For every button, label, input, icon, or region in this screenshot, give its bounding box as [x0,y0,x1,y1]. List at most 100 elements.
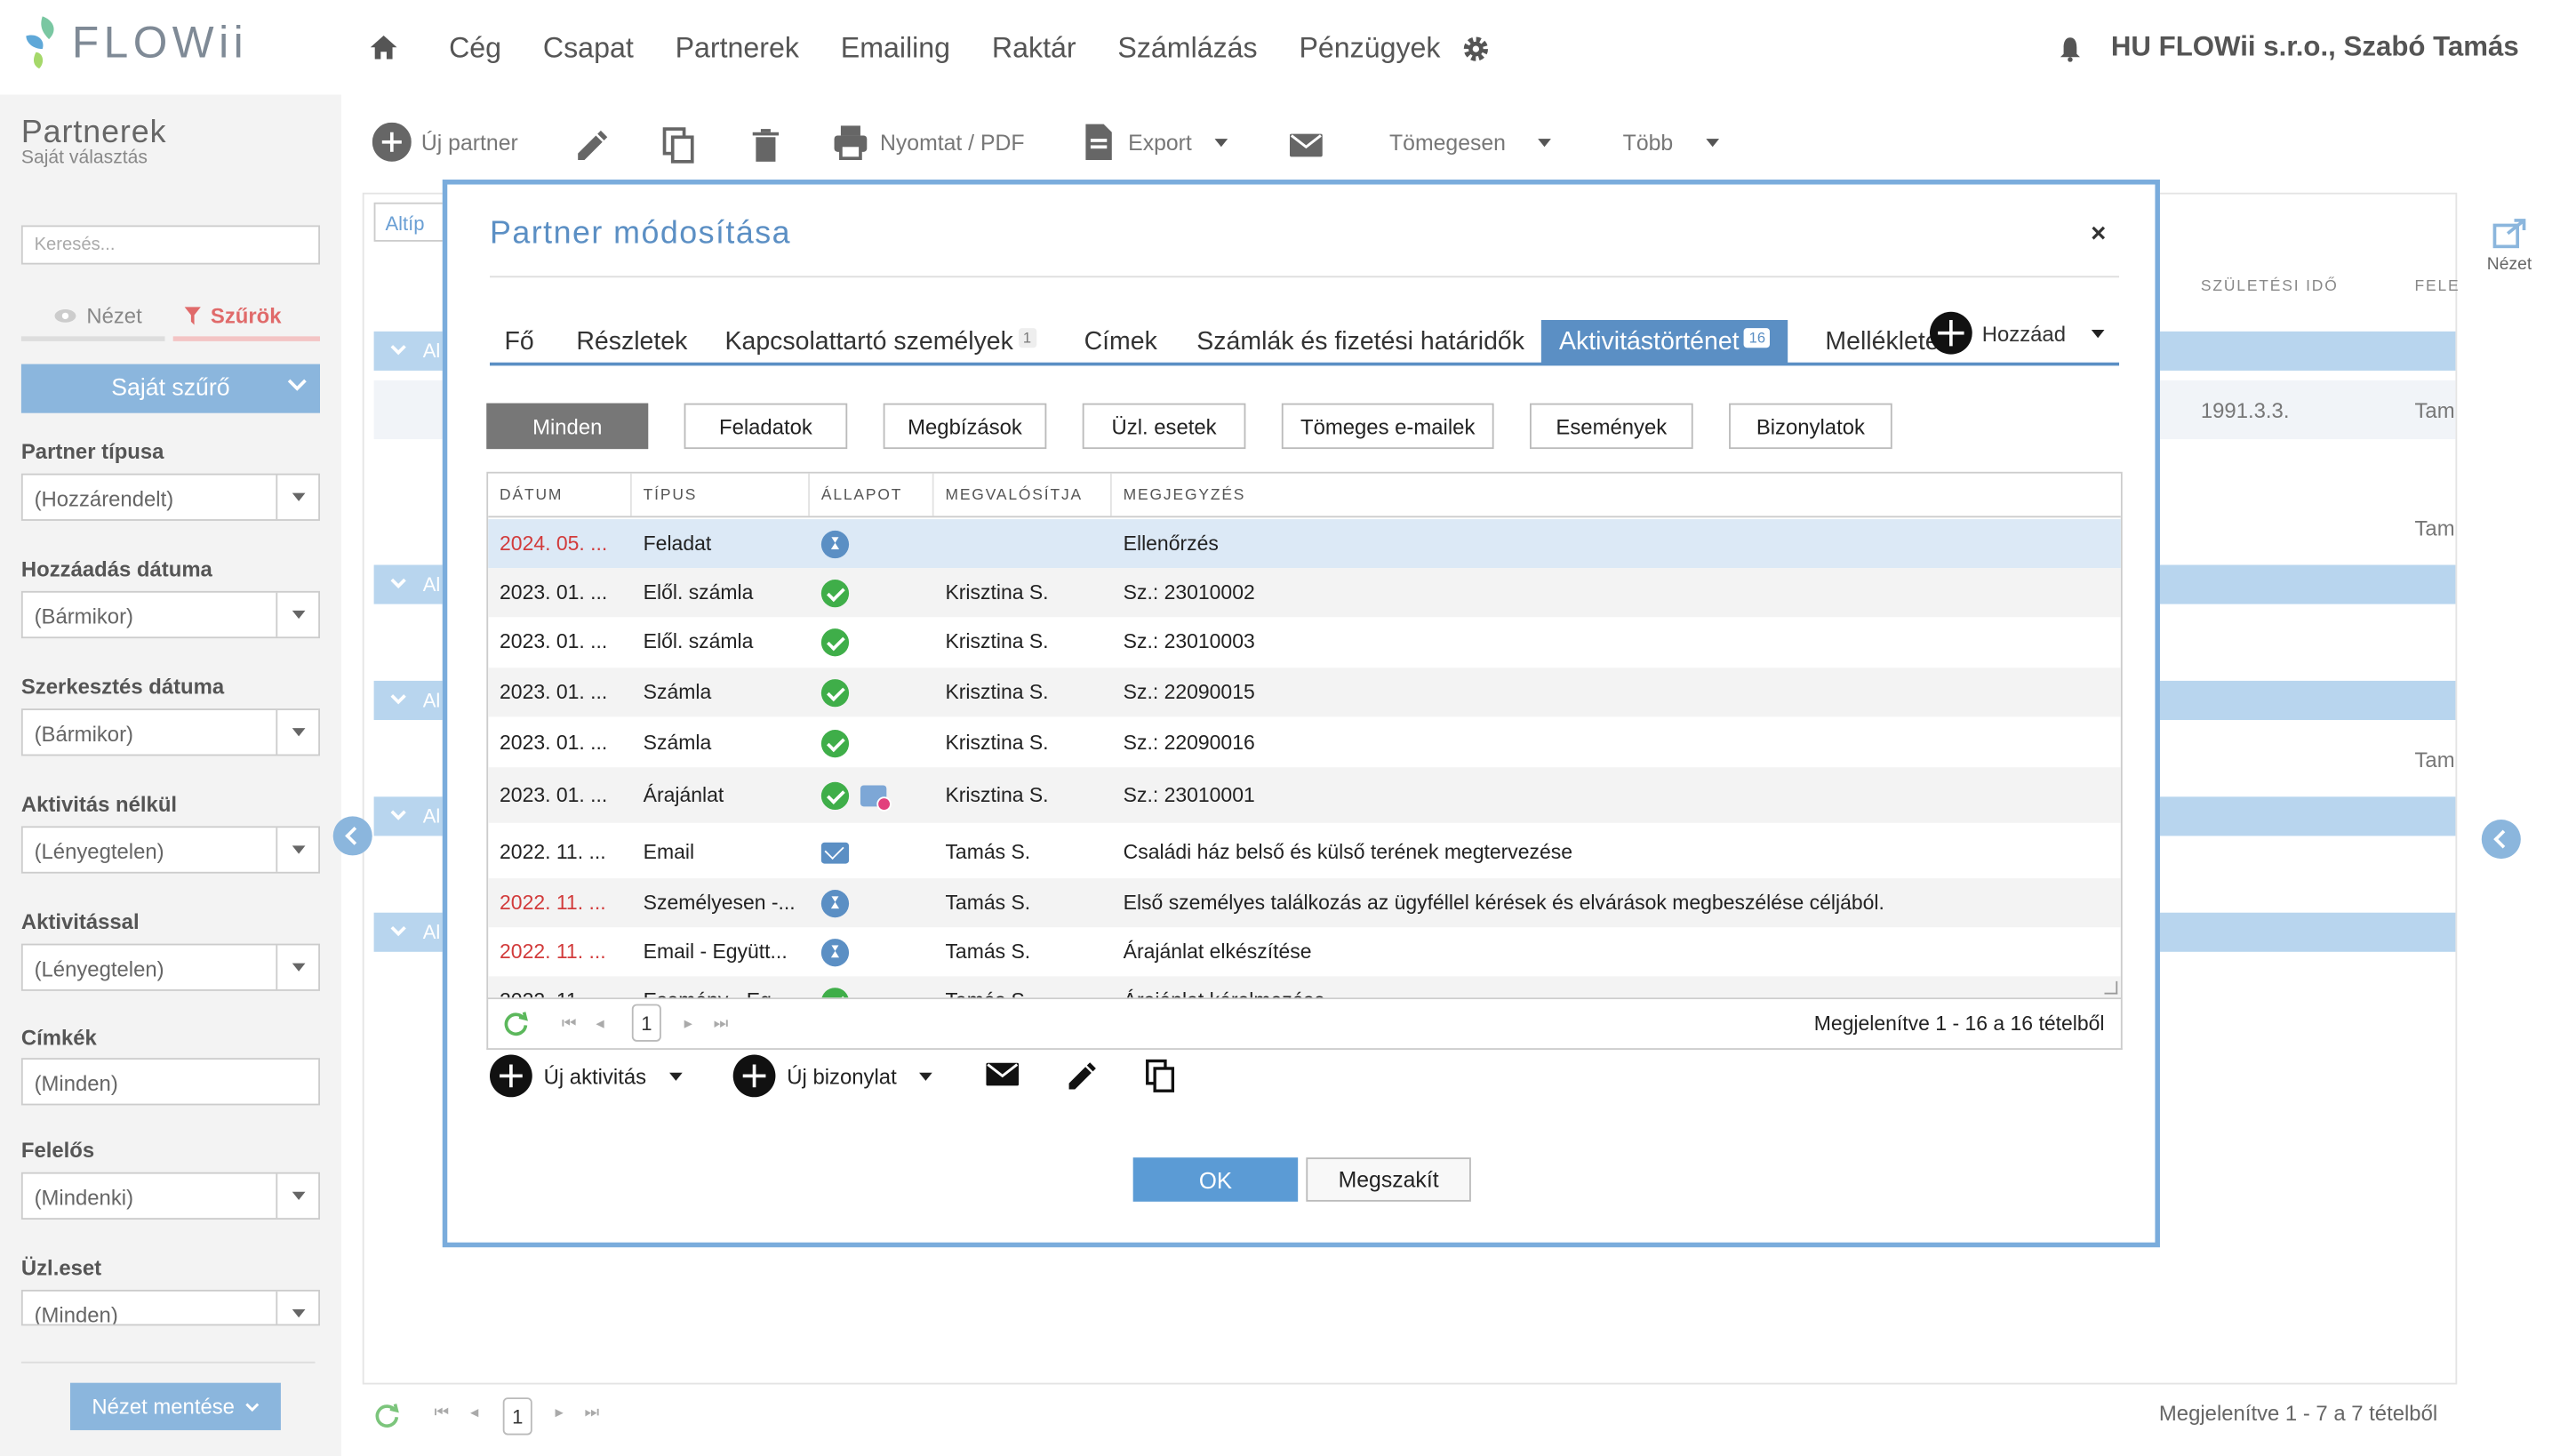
filter-added-date-select[interactable]: (Bármikor) [20,590,320,639]
menu-item-szamlazas[interactable]: Számlázás [1117,31,1257,66]
date-cell: 2022. 11. ... [500,840,606,864]
tab-invoices[interactable]: Számlák és fizetési határidők [1196,328,1524,357]
copy-icon[interactable] [1143,1056,1179,1095]
view-button[interactable]: Nézet [2482,217,2537,275]
table-row[interactable]: 2022. 11. ... Email - Együtt... Tamás S. Ár… [488,927,2121,976]
new-document-button[interactable]: Új bizonylat [732,1054,933,1098]
table-row[interactable]: 2023. 01. ... Elől. számla Krisztina S. Sz.… [488,568,2121,618]
note-cell: Sz.: 23010001 [1123,783,1255,807]
mail-icon[interactable] [986,1061,1020,1087]
next-page-icon[interactable]: ▸ [684,1015,692,1033]
tab-view[interactable]: Nézet [54,304,142,328]
cancel-button[interactable]: Megszakít [1306,1157,1471,1202]
page-number-input[interactable]: 1 [631,1004,661,1042]
new-activity-button[interactable]: Új aktivitás [490,1054,683,1098]
table-row[interactable]: 2022. 11. ... Email Tamás S. Családi ház be… [488,825,2121,880]
last-page-icon[interactable]: ⏭ [585,1404,600,1422]
table-row[interactable]: 2023. 01. ... Számla Krisztina S. Sz.: 2209… [488,668,2121,717]
filter-value: (Minden) [34,1070,118,1096]
filter-partner-type-select[interactable]: (Hozzárendelt) [20,473,320,521]
refresh-icon[interactable] [503,1011,529,1036]
type-cell: Email - Együtt... [643,940,788,964]
gear-icon[interactable] [1461,35,1491,64]
date-cell: 2023. 01. ... [500,580,608,604]
filter-assignments-button[interactable]: Megbízások [883,403,1047,450]
page-number-input[interactable]: 1 [502,1397,532,1436]
table-row[interactable]: 2023. 01. ... Elől. számla Krisztina S. Sz.… [488,617,2121,666]
tab-details[interactable]: Részletek [576,328,687,357]
menu-item-penzugyek[interactable]: Pénzügyek [1299,31,1440,66]
column-header-note[interactable]: MEGJEGYZÉS [1112,474,2121,516]
home-icon[interactable] [369,33,398,62]
table-row[interactable]: 2023. 01. ... Számla Krisztina S. Sz.: 2209… [488,718,2121,767]
table-row[interactable]: 2023. 01. ... Árajánlat Krisztina S. Sz.: 2… [488,767,2121,823]
table-row[interactable]: 2022. 11. ... Személyesen -... Tamás S. Els… [488,878,2121,928]
mail-icon[interactable] [1286,125,1325,164]
export-button[interactable]: Export [1079,123,1228,162]
table-row[interactable]: 2022. 11. ...Esemény - Eg... Tamás S.Áraj… [488,976,2121,998]
menu-item-csapat[interactable]: Csapat [543,31,634,66]
edit-pencil-icon[interactable] [1065,1058,1100,1093]
add-dropdown-button[interactable]: Hozzáad [1929,311,2106,355]
add-circle-icon [372,122,412,162]
filter-no-activity-select[interactable]: (Lényegtelen) [20,826,320,874]
type-cell: Számla [643,680,712,704]
filter-with-activity-select[interactable]: (Lényegtelen) [20,943,320,991]
column-header-birth[interactable]: SZÜLETÉSI IDŐ [2201,277,2339,295]
bulk-button[interactable]: Tömegesen [1389,131,1552,155]
check-circle-icon [820,780,850,810]
menu-item-raktar[interactable]: Raktár [992,31,1076,66]
menu-item-partnerek[interactable]: Partnerek [676,31,799,66]
filter-edited-date-select[interactable]: (Bármikor) [20,708,320,756]
filter-all-button[interactable]: Minden [486,403,649,450]
ok-button[interactable]: OK [1132,1157,1299,1202]
tab-filters[interactable]: Szűrök [184,304,282,328]
column-header-responsible[interactable]: FELE [2414,277,2460,295]
column-header-type[interactable]: TÍPUS [632,473,811,516]
bell-icon[interactable] [2059,36,2082,62]
filter-events-button[interactable]: Események [1529,403,1693,450]
new-partner-button[interactable]: Új partner [372,122,518,162]
save-view-button[interactable]: Nézet mentése [69,1382,281,1430]
column-header-date[interactable]: DÁTUM [488,473,632,516]
refresh-icon[interactable] [374,1403,400,1428]
first-page-icon[interactable]: ⏮ [435,1404,450,1422]
filter-bulk-emails-button[interactable]: Tömeges e-mailek [1281,403,1494,450]
print-pdf-button[interactable]: Nyomtat / PDF [831,123,1025,162]
own-filter-button[interactable]: Saját szűrő [20,364,320,413]
tab-addresses[interactable]: Címek [1084,328,1157,357]
filter-documents-button[interactable]: Bizonylatok [1729,403,1892,450]
type-cell: Elől. számla [643,629,754,653]
edit-pencil-icon[interactable] [573,125,612,164]
next-page-icon[interactable]: ▸ [555,1404,563,1422]
resize-handle-icon[interactable] [2104,980,2118,995]
column-header-status[interactable]: ÁLLAPOT [810,473,934,516]
company-user-label[interactable]: HU FLOWii s.r.o., Szabó Tamás [2111,31,2519,64]
filter-tasks-button[interactable]: Feladatok [684,403,848,450]
prev-page-icon[interactable]: ◂ [596,1015,604,1033]
trash-icon[interactable] [746,125,785,164]
filter-deal-select[interactable]: (Minden) [20,1289,320,1326]
right-panel-toggle-button[interactable] [2481,820,2521,860]
menu-item-ceg[interactable]: Cég [449,31,501,66]
filter-tags-input[interactable]: (Minden) [20,1058,320,1106]
date-cell: 2023. 01. ... [500,783,608,807]
last-page-icon[interactable]: ⏭ [714,1015,729,1033]
close-icon[interactable]: × [2091,220,2106,250]
tab-contacts[interactable]: Kapcsolattartó személyek 1 [724,328,1036,357]
tab-activity-history[interactable]: Aktivitástörténet 16 [1540,319,1788,364]
filter-responsible-select[interactable]: (Mindenki) [20,1172,320,1220]
sidebar-collapse-button[interactable] [332,816,372,856]
pager-info: Megjelenítve 1 - 7 a 7 tételből [2158,1400,2438,1426]
menu-item-emailing[interactable]: Emailing [841,31,950,66]
column-header-performer[interactable]: MEGVALÓSÍTJA [934,473,1112,516]
filter-deals-button[interactable]: Üzl. esetek [1082,403,1246,450]
prev-page-icon[interactable]: ◂ [470,1404,478,1422]
more-button[interactable]: Több [1623,131,1719,155]
table-row[interactable]: 2024. 05. ... Feladat Ellenőrzés [488,519,2121,569]
first-page-icon[interactable]: ⏮ [562,1015,577,1033]
copy-icon[interactable] [660,125,699,164]
logo[interactable]: FLOWii [20,13,248,72]
sidebar-search-input[interactable]: Keresés... [20,225,320,265]
tab-main[interactable]: Fő [505,328,534,357]
